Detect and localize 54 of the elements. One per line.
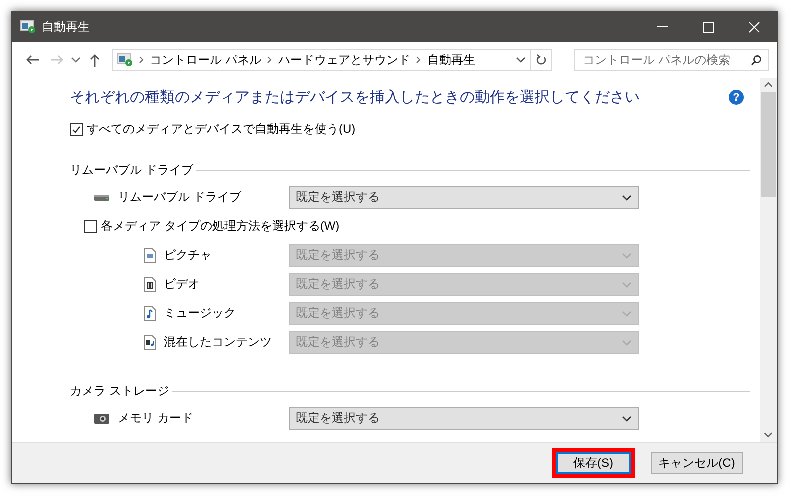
camera-icon	[94, 412, 110, 424]
up-arrow-icon	[90, 54, 100, 66]
default-action-dropdown[interactable]: 既定を選択する	[289, 186, 639, 209]
minimize-icon	[656, 26, 668, 28]
scrollbar[interactable]	[760, 78, 777, 442]
window-title: 自動再生	[42, 18, 91, 36]
dialog-button[interactable]: キャンセル(C)	[651, 452, 743, 474]
help-icon[interactable]: ?	[729, 90, 744, 105]
checkbox-label[interactable]: 各メディア タイプの処理方法を選択する(W)	[101, 218, 340, 235]
maximize-icon	[702, 22, 714, 32]
media-type-label: ビデオ	[164, 276, 200, 293]
chevron-down-icon	[622, 340, 632, 346]
section-title: カメラ ストレージ	[70, 383, 170, 400]
scroll-down-icon[interactable]	[764, 432, 773, 438]
address-bar[interactable]: コントロール パネル ハードウェアとサウンド 自動再生	[112, 49, 552, 71]
device-label: リムーバブル ドライブ	[118, 189, 242, 206]
close-icon	[748, 22, 760, 32]
forward-arrow-icon	[50, 55, 64, 65]
dialog-button[interactable]: 保存(S)	[556, 452, 631, 474]
mixed-content-file-icon	[144, 335, 156, 350]
section-title: リムーバブル ドライブ	[70, 162, 194, 179]
checkbox-label[interactable]: すべてのメディアとデバイスで自動再生を使う(U)	[87, 121, 356, 138]
media-type-label: ピクチャ	[164, 247, 212, 264]
control-panel-icon	[117, 53, 133, 67]
device-label: メモリ カード	[118, 410, 194, 427]
refresh-icon	[536, 54, 546, 66]
drive-icon	[94, 194, 110, 202]
chevron-down-icon	[622, 416, 632, 422]
chevron-right-icon	[416, 56, 422, 64]
back-arrow-icon	[26, 55, 40, 65]
chevron-down-icon	[516, 57, 526, 63]
chevron-down-icon	[622, 194, 632, 200]
page-heading: それぞれの種類のメディアまたはデバイスを挿入したときの動作を選択してください	[70, 88, 640, 107]
chevron-down-icon	[71, 57, 81, 63]
chevron-right-icon	[267, 56, 272, 64]
search-icon	[751, 54, 762, 66]
media-type-label: 混在したコンテンツ	[164, 334, 272, 351]
chevron-down-icon	[622, 310, 632, 316]
video-file-icon	[144, 277, 156, 292]
chevron-right-icon	[139, 56, 144, 64]
chevron-down-icon	[622, 282, 632, 288]
picture-file-icon	[144, 248, 156, 263]
media-type-label: ミュージック	[164, 305, 236, 322]
chevron-down-icon	[622, 252, 632, 258]
checkbox[interactable]	[70, 123, 83, 136]
breadcrumb[interactable]: ハードウェアとサウンド	[278, 52, 410, 68]
scroll-up-icon[interactable]	[764, 82, 773, 88]
autoplay-app-icon	[20, 20, 36, 34]
music-file-icon	[144, 306, 156, 321]
checkbox[interactable]	[84, 220, 97, 233]
default-action-dropdown[interactable]: 既定を選択する	[289, 407, 639, 430]
search-field[interactable]: コントロール パネルの検索	[574, 49, 769, 71]
breadcrumb[interactable]: コントロール パネル	[150, 52, 262, 68]
breadcrumb[interactable]: 自動再生	[427, 52, 476, 68]
